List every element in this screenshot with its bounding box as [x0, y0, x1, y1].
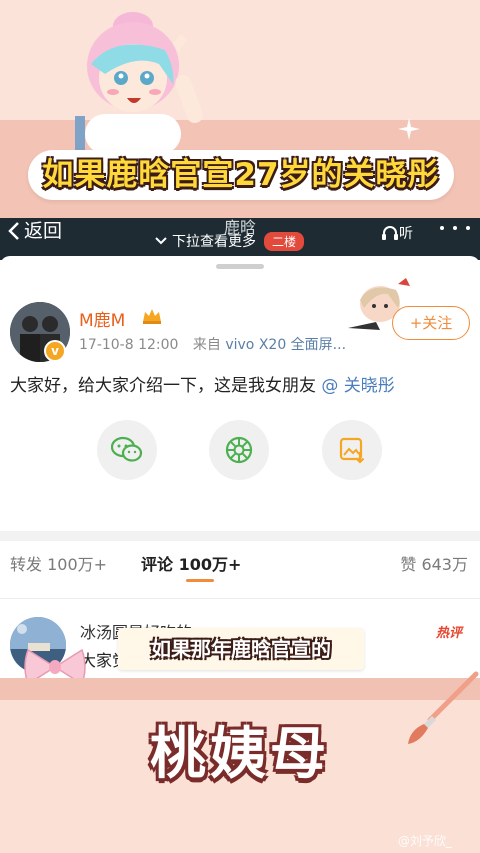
mention-link[interactable]: @ 关晓彤: [321, 376, 394, 396]
headphones-icon: [382, 226, 398, 240]
share-moments-button[interactable]: [209, 420, 269, 480]
bow-icon: [24, 648, 86, 678]
listen-button[interactable]: 听: [381, 218, 421, 248]
user-name[interactable]: M鹿M: [79, 306, 125, 331]
post-card: v M鹿M 17-10-8 12:00 来自 vivo X20 全面屏... +…: [0, 256, 480, 678]
pull-down-hint[interactable]: 下拉查看更多 二楼: [154, 231, 305, 251]
post-body: 大家好，给大家介绍一下，这是我女朋友: [10, 376, 316, 396]
top-banner: 如果鹿晗官宣27岁的关晓彤: [0, 0, 480, 218]
watermark: @刘予欣_: [398, 834, 453, 848]
big-title: 桃姨母: [150, 722, 330, 787]
chevron-left-icon: [8, 222, 19, 240]
drag-handle[interactable]: [216, 264, 264, 269]
back-button[interactable]: 返回: [8, 218, 62, 244]
share-wechat-button[interactable]: [97, 420, 157, 480]
tab-comment[interactable]: 评论 100万+: [141, 551, 241, 575]
moments-icon: [225, 436, 253, 464]
weibo-screenshot: 返回 鹿晗 下拉查看更多 二楼 听 v M鹿M 17-10-8 12:00 来自…: [0, 218, 480, 678]
save-image-button[interactable]: [322, 420, 382, 480]
chevron-down-icon: [155, 237, 167, 245]
listen-label: 听: [399, 226, 413, 242]
tab-repost[interactable]: 转发 100万+: [10, 551, 107, 575]
post-timestamp: 17-10-8 12:00: [79, 337, 179, 353]
top-nav-bar: 返回 鹿晗 下拉查看更多 二楼 听: [0, 218, 480, 260]
more-menu-icon[interactable]: [440, 226, 470, 236]
image-download-icon: [339, 437, 365, 464]
wechat-icon: [111, 436, 143, 462]
section-divider: [0, 531, 480, 541]
crown-icon: [143, 309, 161, 324]
post-text: 大家好，给大家介绍一下，这是我女朋友 @ 关晓彤: [10, 371, 395, 396]
post-device[interactable]: vivo X20 全面屏...: [225, 337, 346, 353]
post-meta: 17-10-8 12:00 来自 vivo X20 全面屏...: [79, 334, 346, 354]
tab-bar: 转发 100万+ 评论 100万+ 赞 643万: [0, 551, 480, 595]
floor-badge: 二楼: [264, 231, 305, 251]
verified-badge: v: [44, 340, 66, 362]
active-tab-indicator: [186, 579, 214, 582]
hot-comment-tag: 热评: [436, 626, 463, 641]
follow-button[interactable]: +关注: [392, 306, 470, 340]
sparkle-icon: [398, 118, 420, 140]
cartoon-girl-illustration: [75, 12, 203, 154]
tab-like[interactable]: 赞 643万: [400, 551, 468, 575]
back-label: 返回: [24, 220, 63, 242]
post-source-prefix: 来自: [192, 337, 221, 353]
tab-divider: [0, 598, 480, 599]
caption-text: 如果那年鹿晗官宣的: [151, 637, 331, 661]
banner-title: 如果鹿晗官宣27岁的关晓彤: [42, 157, 440, 193]
pull-hint-text: 下拉查看更多: [172, 234, 256, 250]
